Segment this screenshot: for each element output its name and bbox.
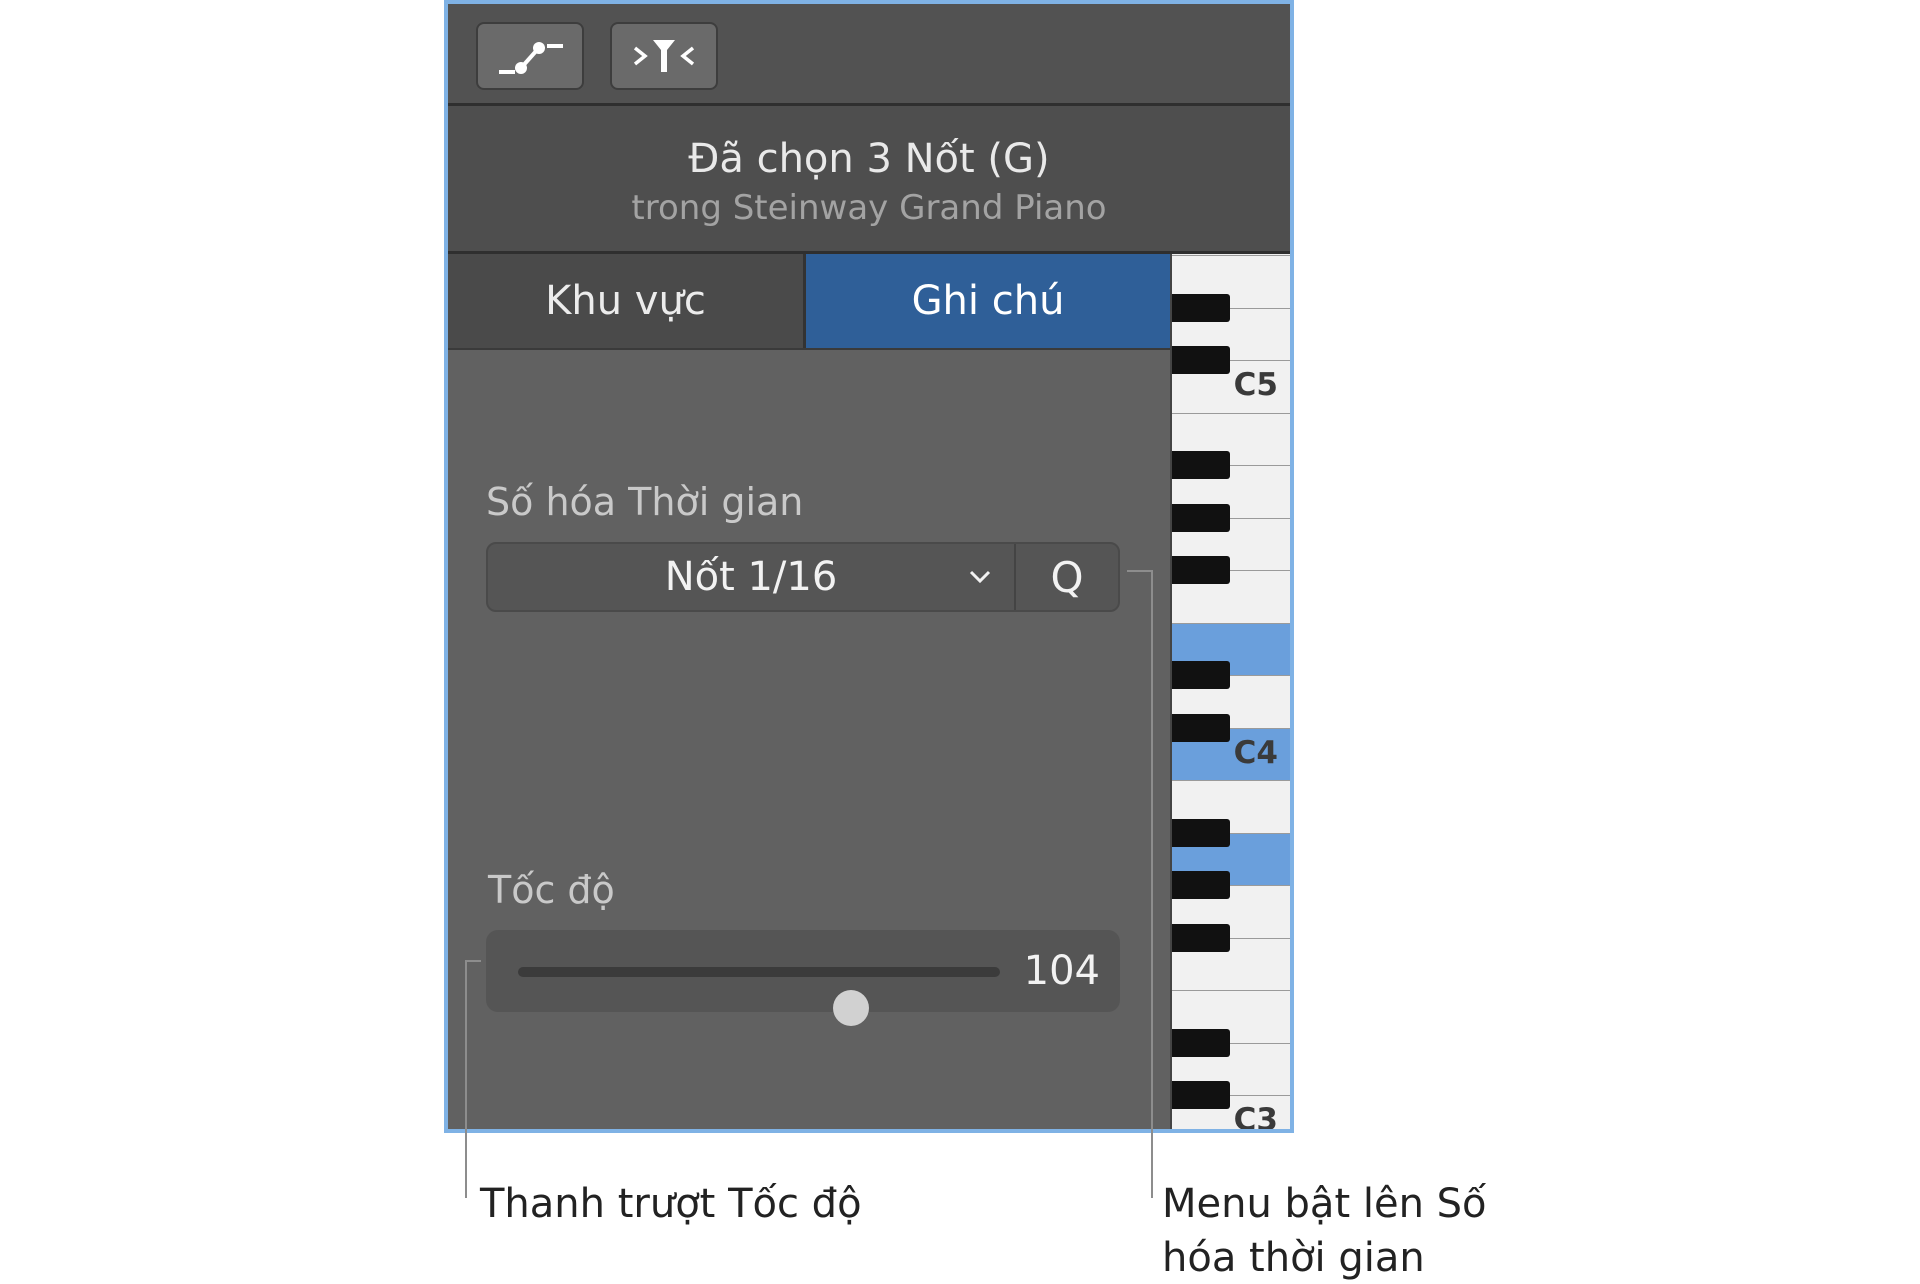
quantize-menu-callout-line1: Menu bật lên Số bbox=[1162, 1181, 1487, 1227]
black-key[interactable] bbox=[1172, 818, 1230, 847]
quantize-leader-tick bbox=[1127, 570, 1151, 572]
piano-roll-inspector: Đã chọn 3 Nốt (G) trong Steinway Grand P… bbox=[444, 0, 1294, 1133]
quantize-control: Nốt 1/16 Q bbox=[486, 542, 1120, 612]
midi-filter-button[interactable] bbox=[610, 22, 718, 90]
tab-region[interactable]: Khu vực bbox=[448, 254, 806, 348]
automation-curve-button[interactable] bbox=[476, 22, 584, 90]
black-key[interactable] bbox=[1172, 556, 1230, 584]
quantize-popup-menu[interactable]: Nốt 1/16 bbox=[488, 544, 1016, 610]
velocity-leader-line bbox=[465, 960, 467, 1198]
tab-notes[interactable]: Ghi chú bbox=[806, 254, 1170, 348]
black-key[interactable] bbox=[1172, 346, 1230, 374]
octave-label: C3 bbox=[1233, 1102, 1278, 1133]
quantize-q-button[interactable]: Q bbox=[1016, 544, 1118, 610]
black-key[interactable] bbox=[1172, 1028, 1230, 1057]
inspector-tabs: Khu vực Ghi chú bbox=[448, 254, 1170, 350]
velocity-leader-tick bbox=[465, 960, 481, 962]
black-key[interactable] bbox=[1172, 871, 1230, 899]
automation-curve-icon bbox=[499, 42, 563, 74]
black-key[interactable] bbox=[1172, 661, 1230, 689]
black-key[interactable] bbox=[1172, 923, 1230, 952]
black-key[interactable] bbox=[1172, 293, 1230, 322]
black-key[interactable] bbox=[1172, 713, 1230, 742]
selection-header: Đã chọn 3 Nốt (G) trong Steinway Grand P… bbox=[448, 106, 1290, 254]
black-key[interactable] bbox=[1172, 451, 1230, 479]
toolbar bbox=[448, 4, 1290, 106]
black-key[interactable] bbox=[1172, 503, 1230, 532]
quantize-label: Số hóa Thời gian bbox=[486, 480, 804, 524]
notes-panel: Số hóa Thời gian Nốt 1/16 Q Tốc độ 104 bbox=[448, 350, 1170, 1129]
quantize-value: Nốt 1/16 bbox=[664, 554, 838, 600]
velocity-slider-callout: Thanh trượt Tốc độ bbox=[480, 1181, 862, 1227]
velocity-control: 104 bbox=[486, 930, 1120, 1026]
piano-keyboard[interactable]: C5 C4 C3 bbox=[1170, 254, 1290, 1133]
midi-filter-icon bbox=[633, 40, 695, 72]
chevron-down-icon bbox=[969, 570, 991, 584]
quantize-leader-line bbox=[1151, 570, 1153, 1198]
velocity-label: Tốc độ bbox=[488, 868, 615, 912]
octave-label: C5 bbox=[1233, 367, 1278, 403]
octave-label: C4 bbox=[1233, 734, 1278, 771]
quantize-menu-callout-line2: hóa thời gian bbox=[1162, 1235, 1425, 1281]
selection-subtitle: trong Steinway Grand Piano bbox=[631, 188, 1107, 228]
velocity-slider-track[interactable] bbox=[518, 967, 1000, 1026]
black-key[interactable] bbox=[1172, 1081, 1230, 1109]
velocity-value: 104 bbox=[1023, 948, 1100, 994]
velocity-slider-thumb[interactable] bbox=[832, 990, 869, 1026]
selection-title: Đã chọn 3 Nốt (G) bbox=[688, 136, 1050, 182]
